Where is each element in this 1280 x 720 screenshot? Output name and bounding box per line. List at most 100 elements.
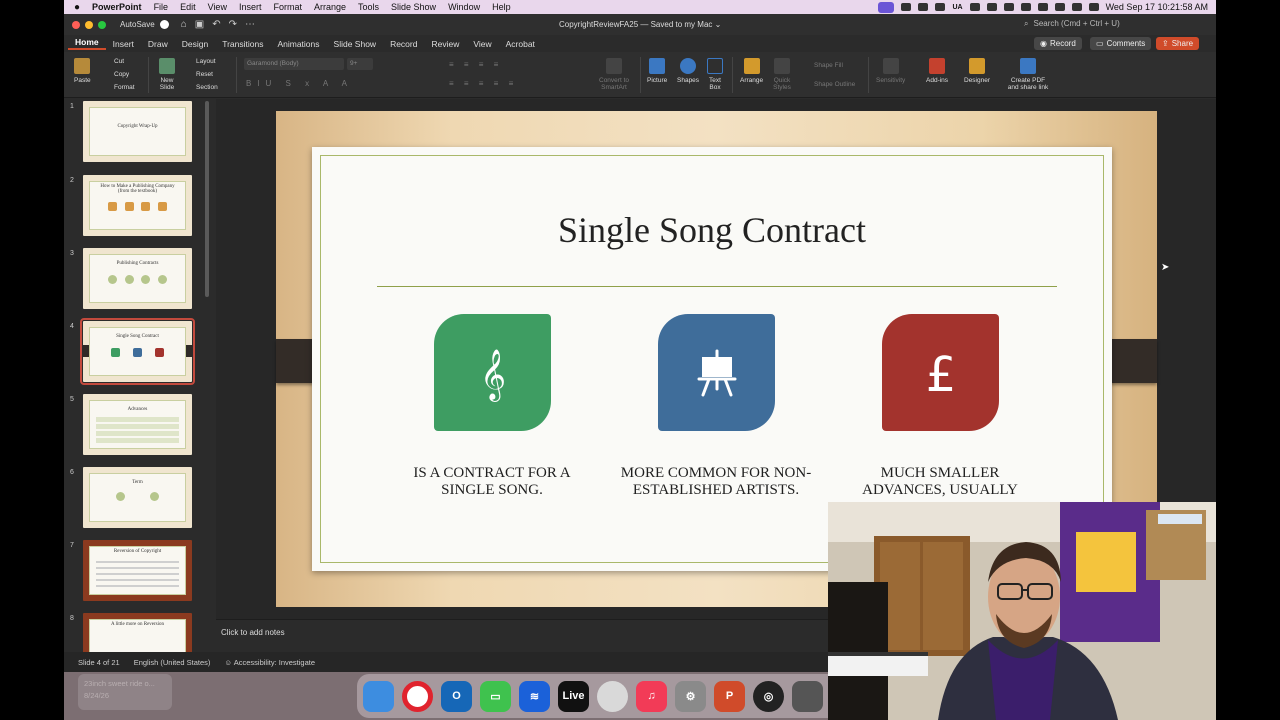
outlook-icon[interactable]: O bbox=[441, 680, 472, 712]
designer-button[interactable]: Designer bbox=[964, 58, 990, 84]
accessibility-indicator[interactable]: ☺ Accessibility: Investigate bbox=[224, 658, 315, 667]
input-source-indicator[interactable]: UA bbox=[952, 4, 962, 11]
layout-button[interactable]: Layout bbox=[196, 58, 216, 65]
treble-clef-icon[interactable]: 𝄞 bbox=[434, 314, 551, 431]
disk-utility-icon[interactable] bbox=[597, 680, 628, 712]
tab-insert[interactable]: Insert bbox=[106, 39, 141, 49]
menu-view[interactable]: View bbox=[202, 2, 233, 12]
font-name-select[interactable]: Garamond (Body) bbox=[244, 58, 344, 70]
slide-thumbnail[interactable]: How to Make a Publishing Company (from t… bbox=[83, 175, 192, 236]
slide-thumbnail[interactable]: Reversion of Copyright bbox=[83, 540, 192, 601]
tab-view[interactable]: View bbox=[466, 39, 498, 49]
font-size-select[interactable]: 9+ bbox=[347, 58, 373, 70]
shapes-button[interactable]: Shapes bbox=[677, 58, 699, 84]
zoom-window-button[interactable] bbox=[98, 20, 106, 29]
messages-icon[interactable]: ▭ bbox=[480, 680, 511, 712]
status-icon[interactable] bbox=[935, 3, 946, 11]
shape-outline-button[interactable]: Shape Outline bbox=[814, 81, 855, 88]
document-title[interactable]: CopyrightReviewFA25 — Saved to my Mac ⌄ bbox=[559, 20, 721, 29]
slide-thumbnail[interactable]: Term bbox=[83, 467, 192, 528]
tab-design[interactable]: Design bbox=[175, 39, 215, 49]
status-icon[interactable] bbox=[986, 3, 997, 11]
paragraph-buttons[interactable]: ≡ ≡ ≡ ≡ bbox=[449, 60, 502, 69]
text-box-button[interactable]: Text Box bbox=[706, 58, 724, 91]
tab-review[interactable]: Review bbox=[424, 39, 466, 49]
more-icon[interactable]: ⋯ bbox=[245, 19, 255, 30]
arrange-button[interactable]: Arrange bbox=[740, 58, 763, 84]
battery-icon[interactable] bbox=[1054, 3, 1065, 11]
tab-draw[interactable]: Draw bbox=[141, 39, 175, 49]
text-format-buttons[interactable]: BIU S x A A bbox=[246, 79, 353, 88]
caption-single-song[interactable]: IS A CONTRACT FOR A SINGLE SONG. bbox=[392, 465, 592, 499]
convert-smartart-button[interactable]: Convert to SmartArt bbox=[594, 58, 634, 91]
tab-acrobat[interactable]: Acrobat bbox=[499, 39, 542, 49]
status-icon[interactable] bbox=[1003, 3, 1014, 11]
slide-thumbnail[interactable]: Publishing Contracts bbox=[83, 248, 192, 309]
spotlight-icon[interactable] bbox=[1088, 3, 1099, 11]
system-settings-icon[interactable]: ⚙ bbox=[675, 680, 706, 712]
caption-non-established[interactable]: MORE COMMON FOR NON-ESTABLISHED ARTISTS. bbox=[616, 465, 816, 499]
slide-title[interactable]: Single Song Contract bbox=[312, 209, 1112, 251]
section-button[interactable]: Section bbox=[196, 84, 218, 91]
menu-clock[interactable]: Wed Sep 17 10:21:58 AM bbox=[1106, 2, 1208, 12]
finder-icon[interactable] bbox=[363, 680, 394, 712]
tab-slide-show[interactable]: Slide Show bbox=[327, 39, 384, 49]
menu-tools[interactable]: Tools bbox=[352, 2, 385, 12]
redo-icon[interactable]: ↷ bbox=[229, 19, 237, 30]
apple-icon[interactable]: ● bbox=[64, 2, 86, 13]
obs-icon[interactable]: ◎ bbox=[753, 680, 784, 712]
menu-format[interactable]: Format bbox=[267, 2, 308, 12]
opera-icon[interactable] bbox=[402, 680, 433, 712]
powerpoint-icon[interactable]: P bbox=[714, 680, 745, 712]
menu-arrange[interactable]: Arrange bbox=[308, 2, 352, 12]
ableton-live-icon[interactable]: Live bbox=[558, 680, 589, 712]
tab-home[interactable]: Home bbox=[68, 37, 106, 50]
tab-record[interactable]: Record bbox=[383, 39, 424, 49]
home-icon[interactable]: ⌂ bbox=[181, 19, 187, 30]
search-field[interactable]: ⌕ Search (Cmd + Ctrl + U) bbox=[1024, 19, 1120, 29]
cut-button[interactable]: Cut bbox=[114, 58, 124, 65]
slide-thumbnail[interactable]: A little more on Reversion bbox=[83, 613, 192, 652]
status-icon[interactable] bbox=[901, 3, 912, 11]
paste-button[interactable]: Paste bbox=[74, 58, 91, 84]
shape-fill-button[interactable]: Shape Fill bbox=[814, 62, 843, 69]
volume-icon[interactable] bbox=[1037, 3, 1048, 11]
share-button[interactable]: ⇪ Share bbox=[1156, 37, 1200, 50]
picture-button[interactable]: Picture bbox=[647, 58, 667, 84]
status-icon[interactable] bbox=[918, 3, 929, 11]
slide-thumbnail[interactable]: Copyright Wrap-Up bbox=[83, 101, 192, 162]
desktop-file-label[interactable]: 23inch sweet ride o... 8/24/26 bbox=[78, 674, 172, 710]
pound-icon[interactable]: £ bbox=[882, 314, 999, 431]
copy-button[interactable]: Copy bbox=[114, 71, 129, 78]
save-icon[interactable]: ▣ bbox=[195, 19, 204, 30]
screen-record-icon[interactable] bbox=[878, 1, 895, 13]
menu-edit[interactable]: Edit bbox=[174, 2, 202, 12]
format-painter-button[interactable]: Format bbox=[114, 84, 135, 91]
tab-animations[interactable]: Animations bbox=[270, 39, 326, 49]
menu-window[interactable]: Window bbox=[442, 2, 486, 12]
language-indicator[interactable]: English (United States) bbox=[134, 658, 211, 667]
music-icon[interactable]: ♫ bbox=[636, 680, 667, 712]
menu-insert[interactable]: Insert bbox=[233, 2, 268, 12]
thumbnail-scrollbar[interactable] bbox=[205, 101, 209, 297]
sensitivity-button[interactable]: Sensitivity bbox=[876, 58, 905, 84]
record-button[interactable]: ◉ Record bbox=[1034, 37, 1082, 50]
create-pdf-button[interactable]: Create PDF and share link bbox=[1006, 58, 1050, 91]
slide-thumbnail-selected[interactable]: Single Song Contract bbox=[80, 318, 195, 385]
alignment-buttons[interactable]: ≡ ≡ ≡ ≡ ≡ bbox=[449, 79, 517, 88]
reset-button[interactable]: Reset bbox=[196, 71, 213, 78]
status-icon[interactable] bbox=[969, 3, 980, 11]
menu-slide-show[interactable]: Slide Show bbox=[385, 2, 442, 12]
autosave-toggle[interactable]: AutoSave bbox=[120, 20, 169, 29]
menu-help[interactable]: Help bbox=[486, 2, 517, 12]
quick-styles-button[interactable]: Quick Styles bbox=[772, 58, 792, 91]
caption-smaller-advances[interactable]: MUCH SMALLER ADVANCES, USUALLY bbox=[840, 465, 1040, 499]
new-slide-button[interactable]: New Slide bbox=[155, 58, 179, 91]
menu-app-name[interactable]: PowerPoint bbox=[86, 2, 148, 12]
close-window-button[interactable] bbox=[72, 20, 80, 29]
app-icon[interactable]: ≋ bbox=[519, 680, 550, 712]
comments-button[interactable]: ▭ Comments bbox=[1090, 37, 1152, 50]
menu-file[interactable]: File bbox=[148, 2, 175, 12]
easel-icon[interactable] bbox=[658, 314, 775, 431]
bluetooth-icon[interactable] bbox=[1020, 3, 1031, 11]
